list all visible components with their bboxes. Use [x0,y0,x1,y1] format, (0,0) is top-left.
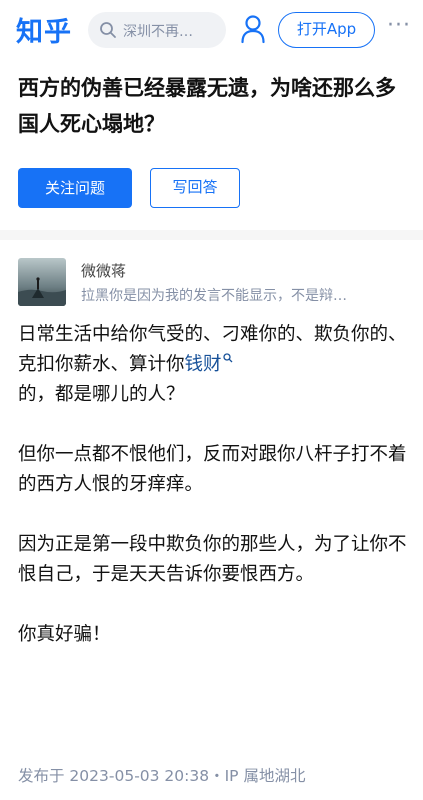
paragraph-1: 日常生活中给你气受的、刁难你的、欺负你的、克扣你薪水、算计你钱财 的，都是哪儿的人… [18,320,410,410]
user-icon[interactable] [240,14,266,44]
answer-card: 微微蒋 拉黑你是因为我的发言不能显示，不是辩… 日常生活中给你气受的、刁难你的、… [0,240,423,800]
paragraph-4: 你真好骗！ [18,624,111,645]
zhihu-logo[interactable]: 知乎 [16,10,72,49]
top-bar: 知乎 深圳不再… 打开App ··· [0,0,423,58]
more-icon[interactable]: ··· [387,15,411,37]
follow-question-button[interactable]: 关注问题 [18,168,132,208]
paragraph-2: 但你一点都不恨他们，反而对跟你八杆子打不着的西方人恨的牙痒痒。 [18,444,407,495]
paragraph-3: 因为正是第一段中欺负你的那些人，为了让你不恨自己，于是天天告诉你要恨西方。 [18,534,407,585]
answer-content: 日常生活中给你气受的、刁难你的、欺负你的、克扣你薪水、算计你钱财 的，都是哪儿的人… [18,320,410,650]
search-icon [100,22,116,38]
paragraph-1-end: 的，都是哪儿的人？ [18,384,185,405]
keyword-link[interactable]: 钱财 [185,353,233,375]
author-name[interactable]: 微微蒋 [81,260,126,281]
publish-info: 发布于 2023-05-03 20:38・IP 属地湖北 [18,767,306,785]
search-placeholder: 深圳不再… [123,24,193,40]
write-answer-button[interactable]: 写回答 [150,168,240,208]
question-card: 西方的伪善已经暴露无遗，为啥还那么多国人死心塌地？ 关注问题 写回答 [0,58,423,230]
search-icon [222,353,232,363]
avatar[interactable] [18,258,66,306]
search-input[interactable]: 深圳不再… [88,12,226,48]
author-bio: 拉黑你是因为我的发言不能显示，不是辩… [81,288,347,304]
question-title[interactable]: 西方的伪善已经暴露无遗，为啥还那么多国人死心塌地？ [18,70,410,142]
avatar-image [18,258,66,306]
open-app-button[interactable]: 打开App [278,12,375,48]
